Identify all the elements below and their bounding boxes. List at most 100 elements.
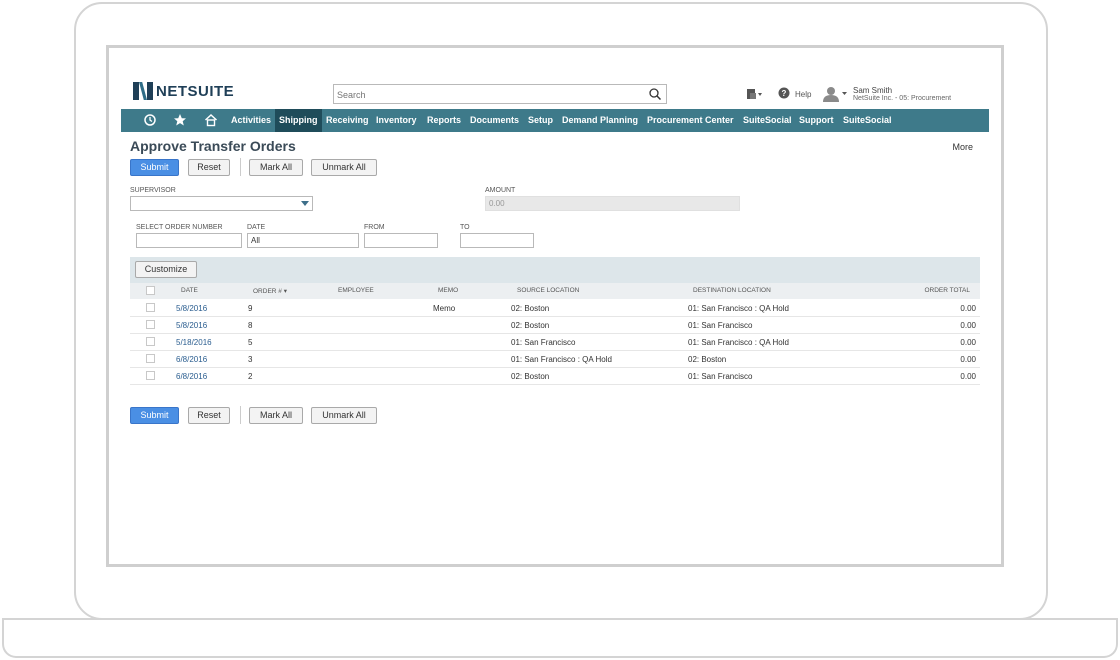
- row-order-total: 0.00: [960, 372, 976, 381]
- customize-button[interactable]: Customize: [135, 261, 197, 278]
- supervisor-label: Supervisor: [130, 187, 176, 194]
- row-source-location: 02: Boston: [511, 304, 550, 313]
- row-source-location: 02: Boston: [511, 321, 550, 330]
- unmark-all-button[interactable]: Unmark All: [311, 159, 377, 176]
- logo-text: NETSUITE: [156, 82, 235, 100]
- avatar[interactable]: [821, 86, 849, 102]
- netsuite-logo[interactable]: NETSUITE: [133, 82, 234, 100]
- nav-reports[interactable]: Reports: [423, 109, 465, 132]
- recent-records-icon[interactable]: [745, 87, 763, 101]
- row-checkbox[interactable]: [146, 371, 155, 380]
- select-all-checkbox[interactable]: [146, 286, 155, 295]
- row-date-link[interactable]: 5/8/2016: [176, 321, 207, 330]
- row-date-link[interactable]: 6/8/2016: [176, 372, 207, 381]
- reset-button-bottom[interactable]: Reset: [188, 407, 230, 424]
- global-search[interactable]: [333, 84, 667, 104]
- netsuite-logo-icon: [133, 82, 153, 100]
- laptop-base: [2, 620, 1118, 658]
- submit-button[interactable]: Submit: [130, 159, 179, 176]
- user-role: NetSuite Inc. - 05: Procurement: [853, 95, 952, 102]
- row-destination-location: 01: San Francisco: [688, 321, 753, 330]
- row-order-number: 2: [248, 372, 253, 381]
- nav-shipping[interactable]: Shipping: [275, 109, 322, 132]
- row-checkbox[interactable]: [146, 337, 155, 346]
- row-checkbox[interactable]: [146, 320, 155, 329]
- main-nav: Activities Shipping Receiving Inventory …: [121, 109, 989, 132]
- table-row: 6/8/2016 2 02: Boston 01: San Francisco …: [130, 368, 980, 385]
- row-date-link[interactable]: 6/8/2016: [176, 355, 207, 364]
- row-order-total: 0.00: [960, 304, 976, 313]
- row-destination-location: 01: San Francisco : QA Hold: [688, 338, 789, 347]
- to-field[interactable]: [460, 233, 534, 248]
- date-field[interactable]: All: [247, 233, 359, 248]
- from-field[interactable]: [364, 233, 438, 248]
- chevron-down-icon: [301, 201, 309, 206]
- page-title: Approve Transfer Orders: [130, 138, 296, 154]
- recent-icon[interactable]: [143, 113, 157, 127]
- nav-demand-planning[interactable]: Demand Planning: [558, 109, 642, 132]
- column-header-employee[interactable]: Employee: [338, 287, 374, 294]
- from-label: From: [364, 224, 385, 231]
- column-header-memo[interactable]: Memo: [438, 287, 458, 294]
- row-source-location: 02: Boston: [511, 372, 550, 381]
- row-source-location: 01: San Francisco : QA Hold: [511, 355, 612, 364]
- row-checkbox[interactable]: [146, 354, 155, 363]
- row-order-total: 0.00: [960, 355, 976, 364]
- order-number-field[interactable]: [136, 233, 242, 248]
- more-link[interactable]: More: [952, 142, 973, 152]
- toolbar-divider: [240, 158, 241, 176]
- column-header-order-total[interactable]: Order Total: [924, 287, 970, 294]
- row-order-number: 8: [248, 321, 253, 330]
- mark-all-button[interactable]: Mark All: [249, 159, 303, 176]
- row-order-number: 9: [248, 304, 253, 313]
- table-row: 5/18/2016 5 01: San Francisco 01: San Fr…: [130, 334, 980, 351]
- table-row: 5/8/2016 9 Memo 02: Boston 01: San Franc…: [130, 300, 980, 317]
- table-toolbar: Customize: [130, 257, 980, 283]
- column-header-date[interactable]: Date: [181, 287, 198, 294]
- row-destination-location: 01: San Francisco : QA Hold: [688, 304, 789, 313]
- column-header-destination-location[interactable]: Destination Location: [693, 287, 771, 294]
- favorites-star-icon[interactable]: [173, 113, 187, 127]
- nav-receiving[interactable]: Receiving: [322, 109, 373, 132]
- row-memo: Memo: [433, 304, 456, 313]
- amount-field: 0.00: [485, 196, 740, 211]
- nav-setup[interactable]: Setup: [524, 109, 557, 132]
- help-label[interactable]: Help: [795, 90, 811, 99]
- nav-procurement-center[interactable]: Procurement Center: [643, 109, 738, 132]
- nav-activities[interactable]: Activities: [227, 109, 275, 132]
- supervisor-select[interactable]: [130, 196, 313, 211]
- row-destination-location: 02: Boston: [688, 355, 727, 364]
- mark-all-button-bottom[interactable]: Mark All: [249, 407, 303, 424]
- reset-button[interactable]: Reset: [188, 159, 230, 176]
- row-source-location: 01: San Francisco: [511, 338, 576, 347]
- column-header-source-location[interactable]: Source Location: [517, 287, 579, 294]
- row-order-number: 5: [248, 338, 253, 347]
- date-label: Date: [247, 224, 266, 231]
- user-name: Sam Smith: [853, 86, 893, 95]
- submit-button-bottom[interactable]: Submit: [130, 407, 179, 424]
- order-number-label: Select Order Number: [136, 224, 223, 231]
- table-row: 6/8/2016 3 01: San Francisco : QA Hold 0…: [130, 351, 980, 368]
- unmark-all-button-bottom[interactable]: Unmark All: [311, 407, 377, 424]
- row-checkbox[interactable]: [146, 303, 155, 312]
- nav-suitesocial[interactable]: SuiteSocial: [739, 109, 796, 132]
- help-icon[interactable]: ?: [778, 87, 790, 99]
- row-order-number: 3: [248, 355, 253, 364]
- home-icon[interactable]: [204, 113, 218, 127]
- app-window: NETSUITE ? Help Sam Smith NetSuite Inc. …: [106, 45, 1004, 567]
- search-input[interactable]: [334, 86, 634, 104]
- nav-suitesocial-2[interactable]: SuiteSocial: [839, 109, 896, 132]
- nav-documents[interactable]: Documents: [466, 109, 523, 132]
- row-date-link[interactable]: 5/8/2016: [176, 304, 207, 313]
- row-order-total: 0.00: [960, 321, 976, 330]
- table-row: 5/8/2016 8 02: Boston 01: San Francisco …: [130, 317, 980, 334]
- column-header-order[interactable]: Order # ▾: [253, 287, 287, 295]
- nav-inventory[interactable]: Inventory: [372, 109, 421, 132]
- row-order-total: 0.00: [960, 338, 976, 347]
- toolbar-divider-bottom: [240, 406, 241, 424]
- amount-label: Amount: [485, 187, 516, 194]
- svg-text:?: ?: [782, 89, 787, 98]
- nav-support[interactable]: Support: [795, 109, 838, 132]
- row-date-link[interactable]: 5/18/2016: [176, 338, 212, 347]
- search-icon[interactable]: [648, 87, 662, 101]
